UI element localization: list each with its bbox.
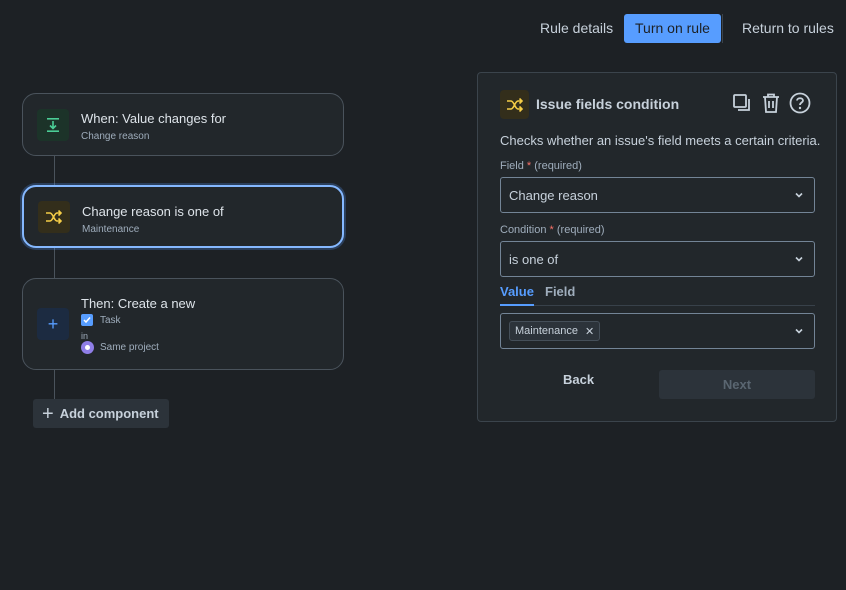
condition-config-panel: Issue fields condition Checks whether an… xyxy=(477,72,837,422)
help-icon[interactable] xyxy=(789,92,811,114)
condition-select[interactable]: is one of xyxy=(500,241,815,277)
trigger-card[interactable]: When: Value changes for Change reason xyxy=(22,93,344,156)
panel-title: Issue fields condition xyxy=(536,96,680,112)
action-title: Then: Create a new xyxy=(81,296,196,311)
value-tabs: Value Field xyxy=(500,284,815,306)
in-label: in xyxy=(81,331,89,341)
project-row: Same project xyxy=(81,341,159,354)
turn-on-rule-button[interactable]: Turn on rule xyxy=(624,14,721,43)
chevron-down-icon xyxy=(795,256,803,262)
condition-select-value: is one of xyxy=(509,251,559,267)
flow-connector xyxy=(54,156,55,185)
plus-icon: + xyxy=(42,402,54,425)
action-card[interactable]: + Then: Create a new Task in Same projec… xyxy=(22,278,344,370)
value-multiselect[interactable]: Maintenance ✕ xyxy=(500,313,815,349)
condition-label: Condition * (required) xyxy=(500,224,605,236)
remove-chip-icon[interactable]: ✕ xyxy=(585,325,594,338)
plus-icon: + xyxy=(37,308,69,340)
field-select[interactable]: Change reason xyxy=(500,177,815,213)
rule-details-button[interactable]: Rule details xyxy=(529,14,624,43)
value-chip: Maintenance ✕ xyxy=(509,321,601,341)
flow-connector xyxy=(54,370,55,399)
copy-icon[interactable] xyxy=(731,92,753,114)
chevron-down-icon xyxy=(795,192,803,198)
tab-value[interactable]: Value xyxy=(500,284,534,306)
return-to-rules-button[interactable]: Return to rules xyxy=(731,14,845,43)
back-button[interactable]: Back xyxy=(563,372,594,387)
condition-title: Change reason is one of xyxy=(82,204,224,219)
chevron-down-icon xyxy=(795,328,803,334)
value-chip-label: Maintenance xyxy=(515,325,578,337)
shuffle-icon xyxy=(38,201,70,233)
topbar-divider xyxy=(722,14,723,43)
panel-description: Checks whether an issue's field meets a … xyxy=(500,133,821,148)
next-button[interactable]: Next xyxy=(659,370,815,399)
trigger-title: When: Value changes for xyxy=(81,111,227,126)
add-component-button[interactable]: + Add component xyxy=(33,399,169,428)
flow-connector xyxy=(54,248,55,278)
trash-icon[interactable] xyxy=(760,92,782,114)
trigger-subtitle: Change reason xyxy=(81,131,150,142)
project-label: Same project xyxy=(100,342,159,353)
project-avatar-icon xyxy=(81,341,94,354)
condition-card[interactable]: Change reason is one of Maintenance xyxy=(22,185,344,248)
field-label: Field * (required) xyxy=(500,160,582,172)
task-icon xyxy=(81,314,93,326)
add-component-label: Add component xyxy=(59,406,159,421)
tab-field[interactable]: Field xyxy=(545,284,575,299)
field-change-icon xyxy=(37,109,69,141)
shuffle-icon xyxy=(500,90,529,119)
issue-type-row: Task xyxy=(81,314,121,326)
condition-subtitle: Maintenance xyxy=(82,224,140,235)
issue-type-label: Task xyxy=(100,314,121,326)
field-select-value: Change reason xyxy=(509,187,598,203)
